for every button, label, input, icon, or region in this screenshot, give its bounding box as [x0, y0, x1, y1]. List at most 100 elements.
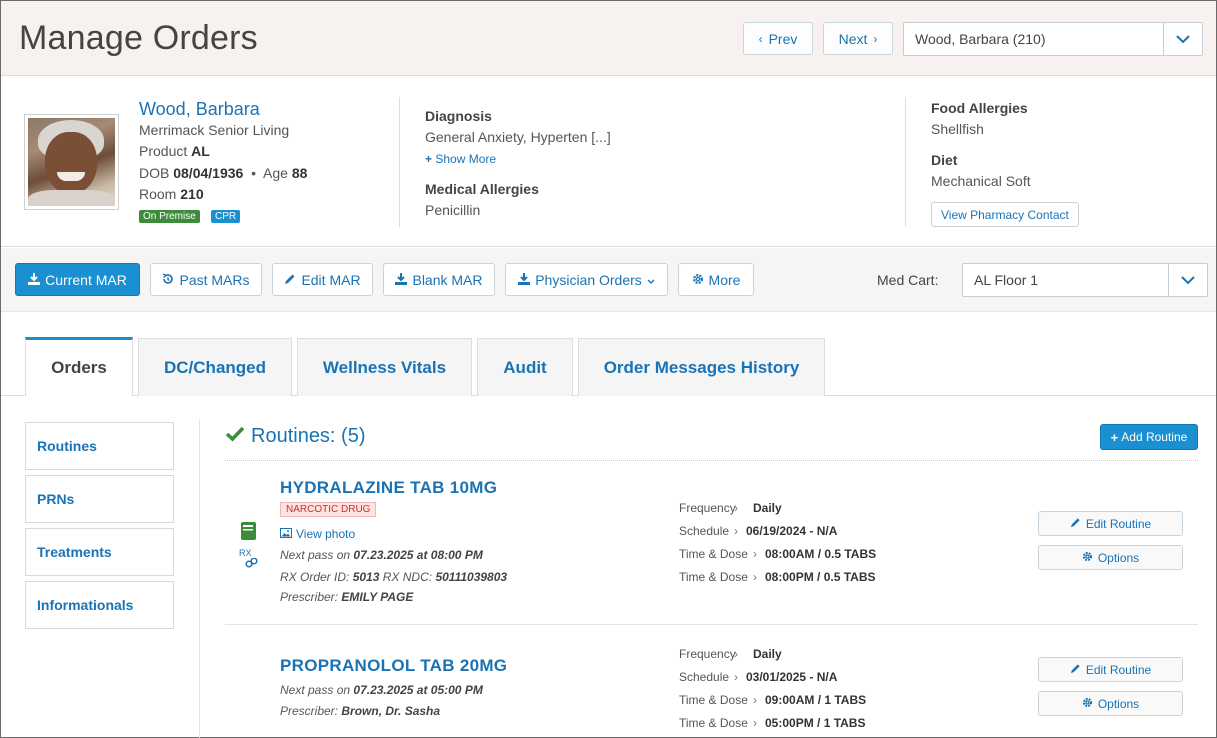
tab-dc-changed[interactable]: DC/Changed — [138, 338, 292, 396]
edit-routine-button[interactable]: Edit Routine — [1038, 511, 1183, 536]
past-mars-button[interactable]: Past MARs — [150, 263, 262, 296]
orders-tabs: Orders DC/Changed Wellness Vitals Audit … — [1, 313, 1216, 396]
page-header: Manage Orders ‹ Prev Next › Wood, Barbar… — [1, 1, 1216, 76]
gear-icon — [1082, 551, 1093, 565]
plus-icon: + — [425, 152, 433, 166]
diagnosis-value: General Anxiety, Hyperten [...] — [425, 129, 611, 145]
patient-room: Room 210 — [139, 186, 204, 202]
time-dose-value: 09:00AM / 1 TABS — [765, 693, 867, 707]
time-dose-label: Time & Dose — [679, 693, 748, 707]
sidebar-item-prns[interactable]: PRNs — [25, 475, 174, 523]
download-icon — [395, 272, 408, 288]
chevron-down-icon[interactable] — [1163, 23, 1202, 55]
medical-allergies-value: Penicillin — [425, 202, 481, 218]
book-icon — [240, 521, 258, 544]
chevron-left-icon: ‹ — [758, 31, 763, 46]
chevron-right-icon: › — [753, 693, 757, 707]
frequency-value: Daily — [753, 647, 782, 661]
cpr-badge: CPR — [211, 210, 241, 223]
drug-name-link[interactable]: PROPRANOLOL TAB 20MG — [280, 656, 507, 676]
edit-mar-button[interactable]: Edit MAR — [272, 263, 373, 296]
patient-product: Product AL — [139, 143, 210, 159]
download-icon — [28, 272, 41, 288]
tab-orders[interactable]: Orders — [25, 337, 133, 396]
mar-toolbar: Current MAR Past MARs Edit MAR Blank MAR… — [1, 248, 1216, 312]
schedule-label: Schedule — [679, 524, 730, 538]
next-label: Next — [838, 30, 868, 47]
download-icon — [518, 272, 531, 288]
caret-down-icon — [647, 272, 655, 288]
med-cart-label: Med Cart: — [877, 272, 939, 288]
checkmark-icon — [225, 426, 245, 445]
rx-link-icon: RX — [239, 548, 259, 570]
patient-info-panel: Wood, Barbara Merrimack Senior Living Pr… — [1, 77, 1216, 247]
chevron-down-icon[interactable] — [1168, 264, 1207, 296]
time-dose-label: Time & Dose — [679, 716, 748, 730]
sidebar-item-treatments[interactable]: Treatments — [25, 528, 174, 576]
divider — [225, 624, 1198, 625]
drug-name-link[interactable]: HYDRALAZINE TAB 10MG — [280, 478, 497, 498]
image-icon — [280, 527, 292, 541]
chevron-right-icon: › — [734, 501, 738, 515]
history-icon — [162, 272, 174, 288]
patient-select[interactable]: Wood, Barbara (210) — [903, 22, 1203, 56]
options-button[interactable]: Options — [1038, 545, 1183, 570]
patient-dob-age: DOB 08/04/1936 • Age 88 — [139, 165, 308, 181]
patient-name-link[interactable]: Wood, Barbara — [139, 99, 260, 120]
tab-audit[interactable]: Audit — [477, 338, 573, 396]
pencil-icon — [284, 272, 296, 288]
blank-mar-button[interactable]: Blank MAR — [383, 263, 495, 296]
gear-icon — [1082, 697, 1093, 711]
gear-icon — [692, 272, 704, 288]
physician-orders-dropdown[interactable]: Physician Orders — [505, 263, 668, 296]
on-premise-badge: On Premise — [139, 210, 200, 223]
schedule-label: Schedule — [679, 670, 730, 684]
next-button[interactable]: Next › — [823, 22, 893, 55]
food-allergies-value: Shellfish — [931, 121, 984, 137]
chevron-right-icon: › — [734, 524, 738, 538]
sidebar-item-routines[interactable]: Routines — [25, 422, 174, 470]
schedule-value: 03/01/2025 - N/A — [746, 670, 838, 684]
time-dose-value: 08:00AM / 0.5 TABS — [765, 547, 877, 561]
diagnosis-label: Diagnosis — [425, 108, 492, 124]
routines-title: Routines: (5) — [251, 425, 366, 447]
edit-routine-button[interactable]: Edit Routine — [1038, 657, 1183, 682]
sidebar-item-informationals[interactable]: Informationals — [25, 581, 174, 629]
tab-order-messages-history[interactable]: Order Messages History — [578, 338, 825, 396]
frequency-label: Frequency — [679, 647, 736, 661]
chevron-right-icon: › — [873, 31, 878, 46]
diet-label: Diet — [931, 152, 958, 168]
time-dose-value: 08:00PM / 0.5 TABS — [765, 570, 876, 584]
show-more-link[interactable]: + Show More — [425, 152, 496, 166]
divider — [199, 419, 200, 738]
med-cart-value: AL Floor 1 — [974, 272, 1039, 288]
divider — [399, 97, 400, 227]
patient-select-value: Wood, Barbara (210) — [915, 31, 1046, 47]
plus-icon: + — [1110, 429, 1119, 445]
page-title: Manage Orders — [19, 19, 258, 57]
chevron-right-icon: › — [753, 570, 757, 584]
add-routine-button[interactable]: + Add Routine — [1100, 424, 1198, 450]
medical-allergies-label: Medical Allergies — [425, 181, 539, 197]
options-button[interactable]: Options — [1038, 691, 1183, 716]
view-pharmacy-contact-button[interactable]: View Pharmacy Contact — [931, 202, 1079, 227]
patient-photo — [24, 114, 119, 210]
diet-value: Mechanical Soft — [931, 173, 1031, 189]
current-mar-button[interactable]: Current MAR — [15, 263, 140, 296]
pencil-icon — [1070, 663, 1081, 677]
tab-wellness-vitals[interactable]: Wellness Vitals — [297, 338, 472, 396]
next-pass-text: Next pass on 07.23.2025 at 08:00 PM — [280, 548, 483, 562]
view-photo-link[interactable]: View photo — [280, 527, 355, 541]
time-dose-label: Time & Dose — [679, 570, 748, 584]
med-cart-select[interactable]: AL Floor 1 — [962, 263, 1208, 297]
more-button[interactable]: More — [678, 263, 754, 296]
patient-facility: Merrimack Senior Living — [139, 122, 290, 138]
prev-label: Prev — [768, 30, 798, 47]
schedule-value: 06/19/2024 - N/A — [746, 524, 838, 538]
rx-order-text: RX Order ID: 5013 RX NDC: 50111039803 — [280, 570, 508, 584]
prev-button[interactable]: ‹ Prev — [743, 22, 813, 55]
narcotic-drug-badge: NARCOTIC DRUG — [280, 502, 377, 517]
chevron-right-icon: › — [734, 647, 738, 661]
chevron-right-icon: › — [734, 670, 738, 684]
chevron-right-icon: › — [753, 547, 757, 561]
